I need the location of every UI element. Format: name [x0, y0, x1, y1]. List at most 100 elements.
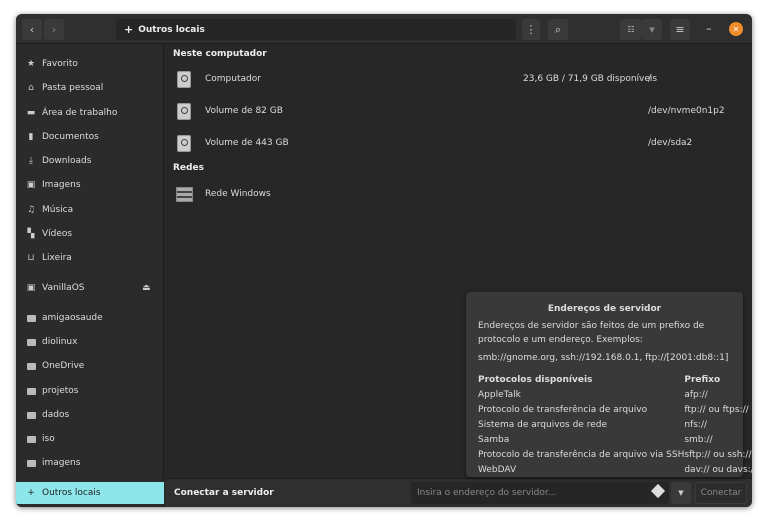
protocol-name: Samba: [478, 435, 510, 446]
sidebar-item-amigaosaude[interactable]: amigaosaude: [16, 307, 164, 329]
sidebar-item-diolinux[interactable]: diolinux: [16, 331, 164, 353]
popover-description: Endereços de servidor são feitos de um p…: [478, 320, 705, 346]
video-icon: ▚: [27, 229, 35, 239]
protocol-row: Protocolo de transferência de arquivo vi…: [478, 448, 752, 463]
folder-icon: [26, 410, 36, 420]
sidebar-item--rea-de-trabalho[interactable]: ▬ Área de trabalho: [16, 102, 164, 124]
sidebar-item-pasta-pessoal[interactable]: ⌂ Pasta pessoal: [16, 77, 164, 99]
sidebar-item-v-deos[interactable]: ▚ Vídeos: [16, 223, 164, 245]
protocol-row: Sistema de arquivos de rede nfs://: [478, 418, 752, 433]
main-menu-button[interactable]: ≡: [670, 19, 690, 40]
protocol-prefix: sftp:// ou ssh://: [684, 450, 752, 461]
list-icon: ☷: [627, 25, 635, 34]
back-button[interactable]: ‹: [22, 19, 42, 40]
sidebar-item-projetos[interactable]: projetos: [16, 380, 164, 402]
sidebar-item-dados[interactable]: dados: [16, 404, 164, 426]
location-label: Outros locais: [138, 24, 205, 35]
chevron-down-icon: ▼: [649, 25, 655, 34]
sidebar-item-label: diolinux: [42, 337, 78, 347]
plus-icon: +: [124, 23, 134, 36]
col-prefix: Prefixo: [684, 375, 721, 386]
chevron-left-icon: ‹: [29, 23, 35, 36]
sidebar-item-label: amigaosaude: [42, 313, 103, 323]
sidebar-item-m-sica[interactable]: ♫ Música: [16, 199, 164, 221]
network-row[interactable]: Rede Windows: [165, 183, 752, 205]
star-icon: ★: [26, 59, 36, 69]
protocol-name: WebDAV: [478, 465, 517, 476]
home-icon: ⌂: [28, 83, 34, 93]
minimize-button[interactable]: –: [706, 22, 712, 35]
sidebar-item-label: imagens: [42, 458, 81, 468]
sidebar-item-downloads[interactable]: ⤓ Downloads: [16, 150, 164, 172]
drive-icon: [177, 70, 191, 88]
drive-icon: [177, 102, 191, 120]
sidebar-item-label: Imagens: [42, 180, 81, 190]
drive-size: 23,6 GB / 71,9 GB disponíveis: [523, 74, 658, 84]
search-button[interactable]: ⌕: [548, 19, 568, 40]
protocols-table: Protocolos disponíveis Prefixo AppleTalk a…: [478, 373, 752, 478]
section-this-computer: Neste computador: [173, 49, 267, 59]
protocol-prefix: ftp:// ou ftps://: [684, 405, 749, 416]
folder-icon: [26, 337, 36, 347]
drive-row[interactable]: Volume de 443 GB/dev/sda2: [165, 132, 752, 154]
download-icon: ⤓: [29, 156, 33, 166]
protocol-name: Sistema de arquivos de rede: [478, 420, 607, 431]
protocol-row: Samba smb://: [478, 433, 752, 448]
drive-row[interactable]: Computador 23,6 GB / 71,9 GB disponíveis /: [165, 68, 752, 90]
desktop-icon: ▬: [26, 108, 36, 118]
sidebar-item-outros-locais[interactable]: + Outros locais: [16, 482, 164, 504]
drive-name: Computador: [205, 74, 261, 84]
help-icon[interactable]: [650, 483, 666, 499]
sidebar-item-documentos[interactable]: ▮ Documentos: [16, 126, 164, 148]
protocol-prefix: afp://: [684, 390, 708, 401]
sidebar-item-label: dados: [42, 410, 70, 420]
sidebar-item-imagens[interactable]: ▣ Imagens: [16, 174, 164, 196]
sidebar-item-vanillaos[interactable]: ▣ VanillaOS ⏏: [16, 277, 164, 299]
sidebar-item-label: iso: [42, 434, 55, 444]
image-icon: ▣: [26, 180, 36, 190]
sidebar-item-label: Lixeira: [42, 253, 72, 263]
protocol-prefix: smb://: [684, 435, 713, 446]
protocol-prefix: dav:// ou davs://: [684, 465, 752, 476]
drive-icon: [177, 134, 191, 152]
location-bar[interactable]: + Outros locais: [116, 19, 516, 40]
drive-mount: /dev/sda2: [648, 138, 693, 148]
protocol-name: AppleTalk: [478, 390, 521, 401]
view-list-button[interactable]: ☷: [620, 19, 642, 40]
sidebar-item-label: projetos: [42, 386, 79, 396]
sidebar-item-onedrive[interactable]: OneDrive: [16, 355, 164, 377]
drive-name: Volume de 443 GB: [205, 138, 289, 148]
sidebar-item-label: VanillaOS: [42, 283, 85, 293]
folder-icon: [26, 458, 36, 468]
protocol-name: Protocolo de transferência de arquivo: [478, 405, 648, 416]
server-address-input[interactable]: Insira o endereço do servidor...: [411, 482, 669, 504]
folder-icon: [26, 386, 36, 396]
protocol-name: Protocolo de transferência de arquivo vi…: [478, 450, 685, 461]
server-address-placeholder: Insira o endereço do servidor...: [417, 488, 557, 498]
close-button[interactable]: ✕: [729, 22, 743, 36]
sidebar-item-imagens[interactable]: imagens: [16, 452, 164, 474]
drive-row[interactable]: Volume de 82 GB/dev/nvme0n1p2: [165, 100, 752, 122]
folder-icon: [26, 313, 36, 323]
sidebar-item-label: Outros locais: [42, 488, 101, 498]
sidebar-item-iso[interactable]: iso: [16, 428, 164, 450]
search-icon: ⌕: [554, 22, 562, 36]
view-options-button[interactable]: ▼: [642, 19, 662, 40]
recent-servers-button[interactable]: ▼: [671, 482, 691, 504]
sidebar-item-lixeira[interactable]: ⊔ Lixeira: [16, 247, 164, 269]
connect-label: Conectar: [700, 488, 742, 498]
sidebar: ★ Favorito ⌂ Pasta pessoal ▬ Área de trabalho…: [16, 44, 164, 507]
menu-dots-button[interactable]: ⋮: [522, 19, 540, 40]
trash-icon: ⊔: [27, 253, 35, 263]
drive-mount: /dev/nvme0n1p2: [648, 106, 725, 116]
sidebar-item-label: Música: [42, 205, 74, 215]
header-bar: ‹ › + Outros locais ⋮ ⌕ ☷ ▼ ≡ – ✕: [16, 14, 752, 44]
section-networks: Redes: [173, 163, 204, 173]
forward-button[interactable]: ›: [44, 19, 64, 40]
eject-icon[interactable]: ⏏: [142, 283, 151, 293]
close-icon: ✕: [732, 24, 740, 34]
col-protocols: Protocolos disponíveis: [478, 375, 593, 386]
music-icon: ♫: [26, 205, 36, 215]
connect-button[interactable]: Conectar: [695, 482, 747, 504]
sidebar-item-favorito[interactable]: ★ Favorito: [16, 53, 164, 75]
